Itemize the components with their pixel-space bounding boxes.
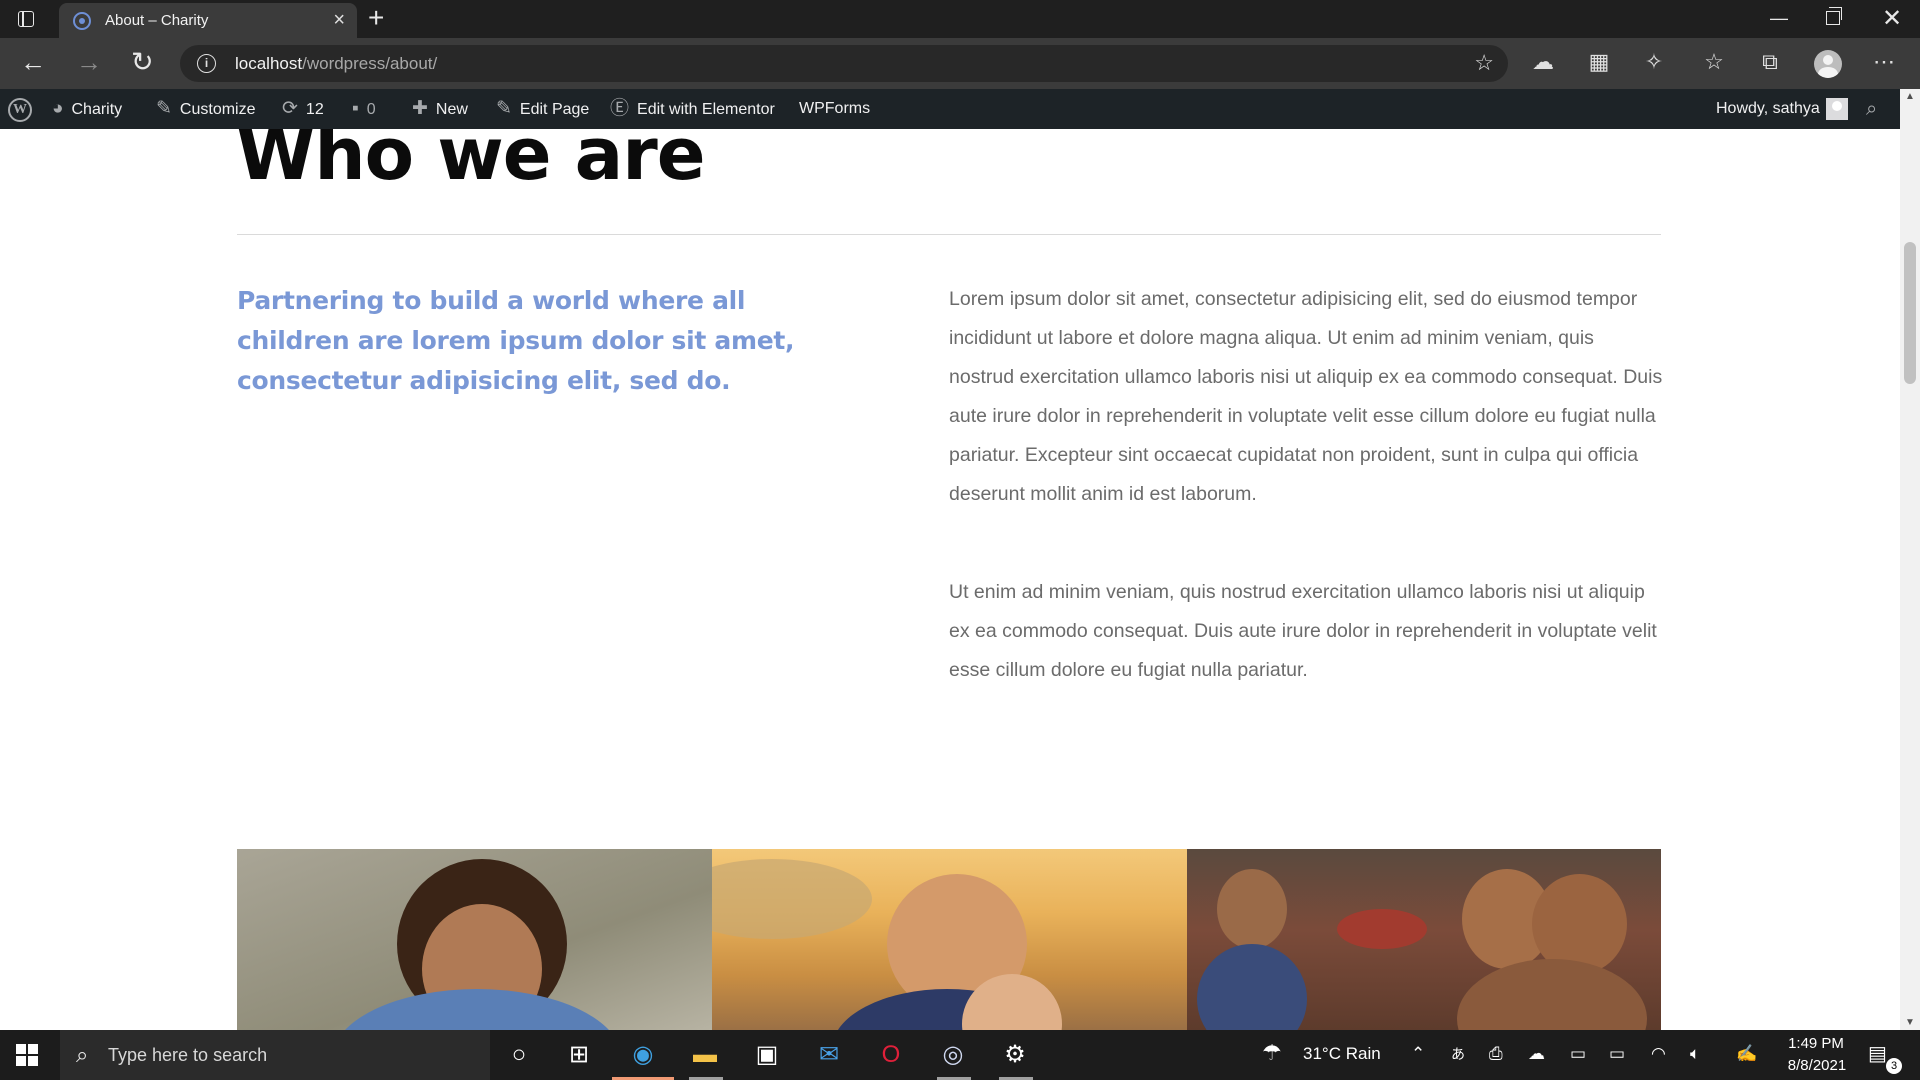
site-info-icon[interactable]: i	[197, 54, 216, 73]
elementor-icon: Ⓔ	[610, 98, 630, 119]
wifi-icon[interactable]: ◠	[1651, 1044, 1666, 1064]
wp-admin-bar: W ◕ Charity ✎ Customize ⟳ 12 ▪ 0 ✚ New ✎ Edit …	[0, 89, 1900, 129]
tagline-text: Partnering to build a world where all ch…	[237, 286, 795, 395]
elementor-label: Edit with Elementor	[637, 101, 775, 118]
edge-browser-icon[interactable]: ◉	[627, 1039, 659, 1071]
task-view-icon[interactable]: ⊞	[563, 1039, 595, 1071]
cortana-icon[interactable]: ○	[503, 1039, 535, 1071]
plus-icon: ✚	[412, 98, 428, 119]
search-placeholder: Type here to search	[108, 1045, 268, 1065]
show-hidden-icons-icon[interactable]: ⌃	[1411, 1044, 1425, 1064]
scrollbar-thumb[interactable]	[1904, 242, 1916, 384]
pen-icon[interactable]: ✍	[1736, 1044, 1757, 1064]
clock-date[interactable]: 8/8/2021	[1780, 1057, 1854, 1074]
extensions-puzzle-icon[interactable]: ✧	[1638, 46, 1670, 78]
wpforms-link[interactable]: WPForms	[799, 89, 870, 129]
minimize-icon[interactable]: —	[1770, 8, 1788, 29]
browser-toolbar: ← → ↻ i localhost/wordpress/about/ ☆ ☁ ▦…	[0, 38, 1920, 89]
display-icon[interactable]: ▭	[1570, 1044, 1586, 1064]
clock-time[interactable]: 1:49 PM	[1786, 1035, 1846, 1052]
add-favorite-star-icon[interactable]: ☆	[1474, 50, 1494, 76]
tab-actions-icon[interactable]	[16, 9, 36, 29]
search-icon: ⌕	[76, 1042, 89, 1067]
onedrive-cloud-icon[interactable]: ☁	[1528, 1044, 1545, 1064]
scroll-down-arrow-icon[interactable]: ▼	[1905, 1017, 1915, 1028]
customize-label: Customize	[179, 101, 256, 118]
url-path: /wordpress/about/	[302, 54, 438, 73]
notification-count-badge: 3	[1886, 1058, 1902, 1074]
tab-title: About – Charity	[105, 12, 209, 29]
site-favicon-icon	[73, 12, 91, 30]
extension-image-icon[interactable]: ▦	[1583, 46, 1615, 78]
restore-icon[interactable]	[1826, 7, 1842, 25]
new-tab-icon[interactable]: +	[368, 3, 384, 33]
window-close-icon[interactable]: ✕	[1882, 4, 1902, 33]
wordpress-logo-icon[interactable]: W	[8, 98, 32, 122]
howdy-label: Howdy, sathya	[1716, 100, 1820, 117]
weather-text[interactable]: 31°C Rain	[1303, 1044, 1381, 1064]
body-paragraph-2: Ut enim ad minim veniam, quis nostrud ex…	[949, 581, 1657, 681]
windows-taskbar: ⌕ Type here to search ○ ⊞ ◉ ▬ ▣ ✉ O ◎ ⚙ …	[0, 1030, 1920, 1080]
active-tab[interactable]: About – Charity ×	[59, 3, 357, 38]
updates-icon: ⟳	[282, 98, 298, 119]
address-bar[interactable]: i localhost/wordpress/about/ ☆	[180, 45, 1508, 82]
windows-start-icon[interactable]	[16, 1044, 38, 1066]
brush-icon: ✎	[156, 98, 172, 119]
site-name-label: Charity	[71, 101, 123, 118]
browser-tab-strip: About – Charity × + — ✕	[0, 0, 1920, 38]
more-menu-icon[interactable]: ⋯	[1868, 46, 1900, 78]
edit-page-link[interactable]: ✎ Edit Page	[496, 89, 589, 129]
pencil-icon: ✎	[496, 98, 512, 119]
updates-count: 12	[305, 101, 324, 118]
settings-gear-icon[interactable]: ⚙	[999, 1039, 1031, 1071]
url-text[interactable]: localhost/wordpress/about/	[235, 54, 437, 74]
forward-arrow-icon[interactable]: →	[76, 47, 102, 77]
battery-icon[interactable]: ▭	[1609, 1044, 1625, 1064]
page-content: Who we are Partnering to build a world w…	[0, 129, 1900, 1030]
taskbar-search-box[interactable]: ⌕ Type here to search	[60, 1030, 490, 1080]
search-icon[interactable]: ⌕	[1866, 89, 1877, 129]
gallery-photo-children-sunset	[712, 849, 1187, 1030]
app-globe-icon[interactable]: ◎	[937, 1039, 969, 1071]
favorites-icon[interactable]: ☆	[1698, 46, 1730, 78]
reload-icon[interactable]: ↻	[131, 47, 154, 77]
page-scrollbar[interactable]: ▲ ▼	[1900, 89, 1920, 1030]
mail-icon[interactable]: ✉	[813, 1039, 845, 1071]
wpforms-label: WPForms	[799, 100, 871, 117]
cloud-download-icon[interactable]: ☁	[1527, 46, 1559, 78]
section-divider	[237, 234, 1661, 235]
meet-now-icon[interactable]: ⎙	[1489, 1044, 1503, 1064]
image-gallery	[237, 849, 1661, 1030]
gallery-photo-kids-smiling	[1187, 849, 1661, 1030]
volume-icon[interactable]: 🔈︎	[1690, 1044, 1700, 1064]
comments-count: 0	[366, 101, 376, 118]
file-explorer-icon[interactable]: ▬	[689, 1039, 721, 1071]
weather-rain-icon: ☂	[1262, 1040, 1282, 1065]
url-host: localhost	[235, 54, 303, 73]
back-arrow-icon[interactable]: ←	[20, 47, 46, 77]
new-content-link[interactable]: ✚ New	[412, 89, 468, 129]
microsoft-store-icon[interactable]: ▣	[751, 1039, 783, 1071]
customize-link[interactable]: ✎ Customize	[156, 89, 256, 129]
page-heading: Who we are	[236, 129, 706, 196]
site-name-link[interactable]: ◕ Charity	[52, 89, 122, 129]
comment-bubble-icon: ▪	[352, 98, 359, 119]
body-paragraph-1: Lorem ipsum dolor sit amet, consectetur …	[949, 288, 1663, 505]
notifications-icon[interactable]: ▤	[1868, 1041, 1887, 1066]
language-icon[interactable]: あ	[1451, 1044, 1465, 1064]
my-account-link[interactable]: Howdy, sathya	[1716, 89, 1848, 129]
dashboard-gauge-icon: ◕	[52, 98, 64, 119]
profile-avatar-icon[interactable]	[1814, 50, 1842, 78]
gallery-photo-child-curly-hair	[237, 849, 712, 1030]
comments-link[interactable]: ▪ 0	[352, 89, 376, 129]
new-label: New	[435, 101, 468, 118]
collections-icon[interactable]: ⧉	[1754, 46, 1786, 78]
user-avatar	[1825, 97, 1848, 120]
edit-with-elementor-link[interactable]: Ⓔ Edit with Elementor	[610, 89, 775, 129]
edit-page-label: Edit Page	[519, 101, 590, 118]
updates-link[interactable]: ⟳ 12	[282, 89, 324, 129]
tab-close-icon[interactable]: ×	[333, 9, 345, 32]
opera-icon[interactable]: O	[875, 1039, 907, 1071]
scroll-up-arrow-icon[interactable]: ▲	[1905, 91, 1915, 102]
